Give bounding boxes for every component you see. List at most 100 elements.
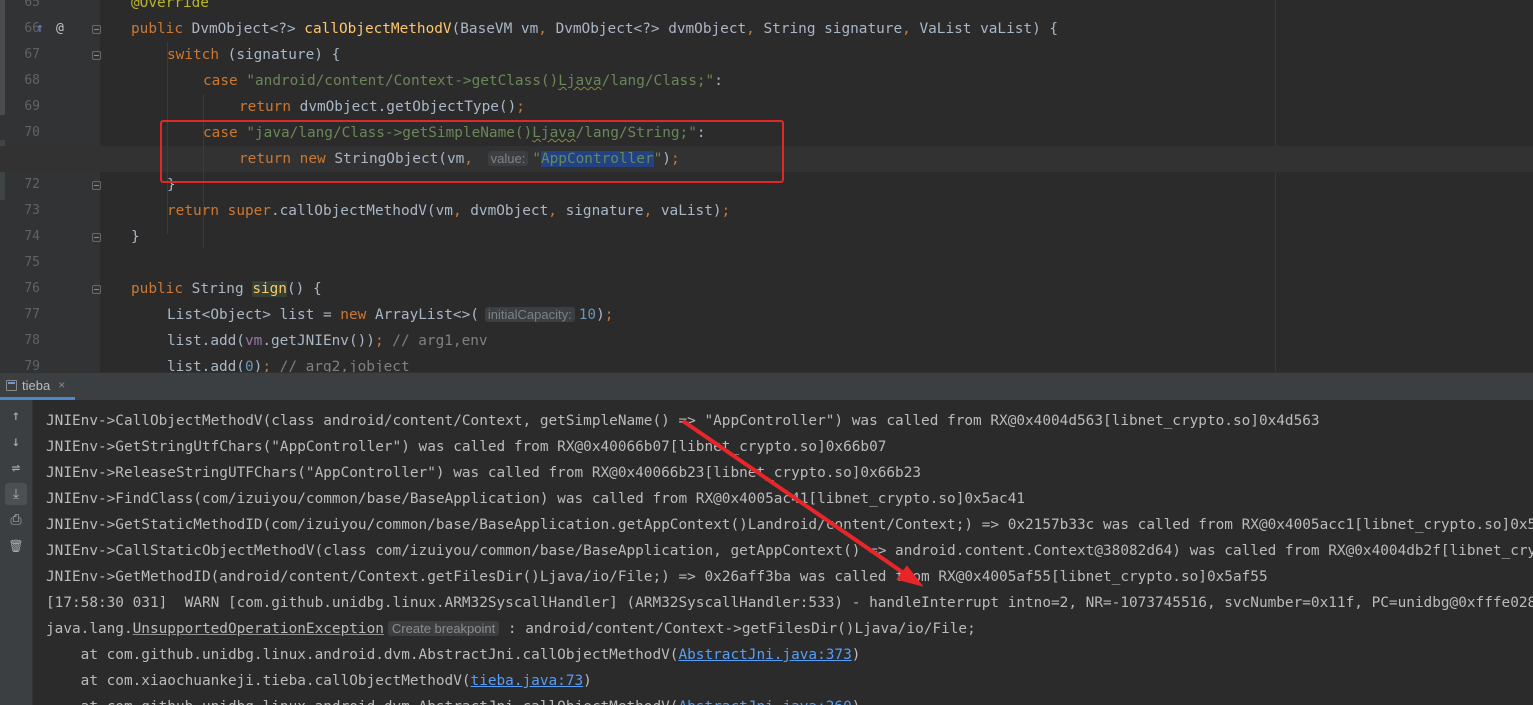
console-line: JNIEnv->GetStaticMethodID(com/izuiyou/co… [46,512,1533,538]
console-text: JNIEnv->CallObjectMethodV(class android/… [46,413,1320,429]
code-line[interactable] [0,250,1533,276]
console-text: JNIEnv->FindClass(com/izuiyou/common/bas… [46,491,1026,507]
code-token: return [239,99,300,115]
console-line: JNIEnv->GetStringUtfChars("AppController… [46,434,886,460]
create-breakpoint-hint[interactable]: Create breakpoint [387,621,500,636]
console-toolbar: ↑ ↓ ⇌ ⤓ ⎙ 🗑 [0,400,33,705]
code-token: 10 [578,307,597,323]
code-token: vm [244,333,263,349]
code-line[interactable]: return dvmObject.getObjectType(); [0,94,1533,120]
console-text: JNIEnv->GetStaticMethodID(com/izuiyou/co… [46,517,1533,533]
console-text: JNIEnv->CallStaticObjectMethodV(class co… [46,543,1533,559]
console-text: JNIEnv->GetMethodID(android/content/Cont… [46,569,1268,585]
console-text: [17:58:30 031] WARN [com.github.unidbg.l… [46,595,1533,611]
console-line: at com.github.unidbg.linux.android.dvm.A… [46,642,861,668]
code-line[interactable]: @Override [0,0,1533,16]
code-token: sign [252,281,287,297]
console-output[interactable]: JNIEnv->CallObjectMethodV(class android/… [32,400,1533,705]
code-line[interactable]: list.add(0); // arg2,jobject [0,354,1533,372]
code-token: (signature) { [227,47,341,63]
code-token: ArrayList<>( [374,307,479,323]
code-token: public [131,21,192,37]
code-token: ; [262,359,280,372]
code-token: DvmObject<?> dvmObject [555,21,747,37]
code-token: , [746,21,764,37]
scroll-to-end-icon[interactable]: ⤓ [5,483,27,505]
code-token: Ljava [558,73,602,89]
code-token: ; [516,99,525,115]
code-area[interactable]: @Override public DvmObject<?> callObjectM… [0,0,1533,372]
code-token: , [902,21,920,37]
code-token: /lang/Class;" [601,73,715,89]
code-line[interactable]: List<Object> list = new ArrayList<>(init… [0,302,1533,328]
code-line[interactable]: public DvmObject<?> callObjectMethodV(Ba… [0,16,1533,42]
tab-label: tieba [22,377,51,393]
code-token: : [714,73,723,89]
code-token: , [538,21,556,37]
code-token: signature [565,203,644,219]
code-token: super [227,203,271,219]
code-token: VaList vaList) { [919,21,1059,37]
print-icon[interactable]: ⎙ [5,509,27,531]
console-line: at com.xiaochuankeji.tieba.callObjectMet… [46,668,592,694]
console-text: ) [852,699,861,705]
code-token: case [203,73,247,89]
code-token: list.add( [167,333,245,349]
console-line: JNIEnv->ReleaseStringUTFChars("AppContro… [46,460,921,486]
code-token: 0 [244,359,254,372]
exception-class-link[interactable]: UnsupportedOperationException [133,621,384,637]
code-token: , [452,203,471,219]
run-tool-window-header: tieba × [0,372,1533,400]
code-token: callObjectMethodV [304,21,452,37]
code-token: DvmObject<?> [191,21,305,37]
code-token: ; [721,203,731,219]
code-editor[interactable]: ↑ @ 656667686970717273747576777879 @Over… [0,0,1533,372]
console-text: at com.github.unidbg.linux.android.dvm.A… [46,647,679,663]
code-token: "android/content/Context->getClass() [246,73,559,89]
scroll-up-icon[interactable]: ↑ [5,405,27,427]
console-text: JNIEnv->GetStringUtfChars("AppController… [46,439,887,455]
code-token: return [167,203,228,219]
console-line: at com.github.unidbg.linux.android.dvm.A… [46,694,861,705]
run-config-icon [6,380,17,391]
close-tab-icon[interactable]: × [58,378,65,392]
code-line[interactable]: list.add(vm.getJNIEnv()); // arg1,env [0,328,1533,354]
code-token: dvmObject.getObjectType() [299,99,517,115]
run-console[interactable]: ↑ ↓ ⇌ ⤓ ⎙ 🗑 JNIEnv->CallObjectMethodV(cl… [0,400,1533,705]
code-token: } [131,229,140,245]
console-text: at com.github.unidbg.linux.android.dvm.A… [46,699,679,705]
parameter-hint: initialCapacity: [484,307,575,322]
code-token: ; [374,333,393,349]
console-text: : android/content/Context->getFilesDir()… [499,621,976,637]
console-text: ) [851,647,861,663]
red-highlight-box [160,120,784,183]
code-token: String signature [763,21,903,37]
code-token: // arg2,jobject [279,359,410,372]
code-token: String [191,281,253,297]
scroll-down-icon[interactable]: ↓ [5,431,27,453]
stack-trace-link[interactable]: tieba.java:73 [471,673,584,689]
console-text: at com.xiaochuankeji.tieba.callObjectMet… [46,673,471,689]
stack-trace-link[interactable]: AbstractJni.java:260 [678,699,851,705]
clear-all-icon[interactable]: 🗑 [5,535,27,557]
code-token: .callObjectMethodV(vm [270,203,453,219]
code-token: , [643,203,661,219]
tab-tieba[interactable]: tieba × [0,373,76,400]
console-text: java.lang. [46,621,133,637]
code-line[interactable]: case "android/content/Context->getClass(… [0,68,1533,94]
code-token: ; [604,307,614,323]
code-token: vaList) [660,203,722,219]
code-token: .getJNIEnv()) [262,333,375,349]
code-line[interactable]: return super.callObjectMethodV(vm, dvmOb… [0,198,1533,224]
code-token: dvmObject [470,203,549,219]
console-text: ) [583,673,592,689]
code-line[interactable]: switch (signature) { [0,42,1533,68]
code-token: // arg1,env [392,333,488,349]
code-line[interactable]: public String sign() { [0,276,1533,302]
code-line[interactable]: } [0,224,1533,250]
stack-trace-link[interactable]: AbstractJni.java:373 [678,647,851,663]
code-token: (BaseVM vm [451,21,539,37]
code-token: switch [167,47,228,63]
code-token: public [131,281,192,297]
soft-wrap-icon[interactable]: ⇌ [5,457,27,479]
